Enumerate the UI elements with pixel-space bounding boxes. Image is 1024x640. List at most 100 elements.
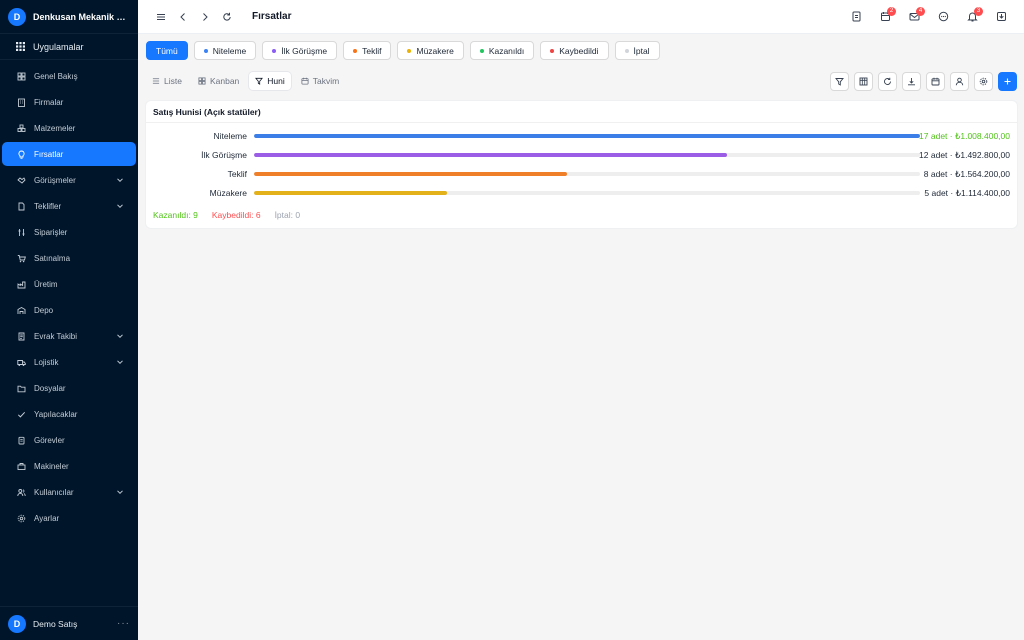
funnel-summary-item: Kaybedildi: 6 — [211, 210, 261, 220]
funnel-bar-track — [254, 191, 920, 195]
status-dot — [479, 48, 484, 53]
sidebar-item[interactable]: Fırsatlar — [2, 142, 136, 166]
chevron-down-icon — [116, 176, 124, 184]
status-filter-chip[interactable]: Müzakere — [397, 41, 464, 60]
status-filter-label: Müzakere — [416, 45, 454, 56]
refresh-icon[interactable] — [878, 71, 897, 91]
add-button[interactable] — [998, 71, 1017, 91]
status-filter-chip[interactable]: İlk Görüşme — [262, 41, 338, 60]
status-filter-chip[interactable]: Niteleme — [193, 41, 257, 60]
calendar-icon — [301, 77, 309, 85]
sidebar-item[interactable]: Görevler — [2, 428, 136, 452]
status-filter-label: Niteleme — [212, 45, 247, 56]
status-filter-chip[interactable]: Tümü — [146, 41, 188, 60]
settings-icon[interactable] — [974, 71, 993, 91]
sidebar-item-label: Malzemeler — [34, 123, 76, 133]
sidebar-item[interactable]: Siparişler — [2, 220, 136, 244]
view-tab-label: Liste — [164, 76, 182, 86]
sidebar-item[interactable]: Makineler — [2, 454, 136, 478]
boxes-icon — [17, 124, 26, 133]
status-filter-chip[interactable]: Teklif — [343, 41, 392, 60]
download-box-icon[interactable] — [990, 6, 1012, 28]
order-icon — [17, 228, 26, 237]
sidebar-item[interactable]: Teklifler — [2, 194, 136, 218]
folder-icon — [17, 384, 26, 393]
sidebar-item[interactable]: Evrak Takibi — [2, 324, 136, 348]
sidebar-item-label: Genel Bakış — [34, 71, 78, 81]
notes-icon[interactable] — [845, 6, 867, 28]
cart-icon — [17, 254, 26, 263]
list-icon — [152, 77, 160, 85]
menu-toggle-icon[interactable] — [150, 6, 172, 28]
sidebar-item[interactable]: Kullanıcılar — [2, 480, 136, 504]
date-range-icon[interactable] — [926, 71, 945, 91]
funnel-summary-item: İptal: 0 — [274, 210, 301, 220]
funnel-bar-fill — [254, 134, 920, 138]
filter-icon[interactable] — [830, 71, 849, 91]
view-tab[interactable]: Liste — [146, 72, 188, 90]
funnel-row: Teklif 8 adet · ₺1.564.200,00 — [146, 168, 1017, 180]
funnel-stage-meta: 8 adet · ₺1.564.200,00 — [923, 169, 1010, 179]
status-filter-chip[interactable]: Kazanıldı — [469, 41, 535, 60]
reload-icon[interactable] — [216, 6, 238, 28]
sidebar-item[interactable]: Depo — [2, 298, 136, 322]
owner-icon[interactable] — [950, 71, 969, 91]
funnel-card: Satış Hunisi (Açık statüler) Niteleme 17 … — [146, 101, 1017, 228]
sidebar-item-label: Siparişler — [34, 227, 68, 237]
apps-launcher[interactable]: Uygulamalar — [0, 34, 138, 60]
view-tab[interactable]: Takvim — [295, 72, 345, 90]
sidebar-item[interactable]: Firmalar — [2, 90, 136, 114]
user-name: Demo Satış — [33, 618, 78, 629]
chevron-down-icon — [116, 202, 124, 210]
view-tab[interactable]: Huni — [249, 72, 291, 90]
brand-avatar: D — [8, 7, 26, 26]
bell-icon[interactable]: 3 — [961, 6, 983, 28]
sidebar-item-label: Teklifler — [34, 201, 62, 211]
sidebar-item-label: Fırsatlar — [34, 149, 64, 159]
funnel-bar-fill — [254, 153, 727, 157]
truck-icon — [17, 358, 26, 367]
sidebar: D Denkusan Mekanik San... Uygulamalar Ge… — [0, 0, 138, 640]
more-icon[interactable]: ··· — [117, 618, 130, 629]
forward-icon[interactable] — [194, 6, 216, 28]
status-filter-chip[interactable]: İptal — [614, 41, 660, 60]
brand-name: Denkusan Mekanik San... — [33, 11, 130, 22]
sidebar-item[interactable]: Satınalma — [2, 246, 136, 270]
sidebar-item[interactable]: Genel Bakış — [2, 64, 136, 88]
sidebar-item-label: Görevler — [34, 435, 65, 445]
user-bar[interactable]: D Demo Satış ··· — [0, 606, 138, 640]
funnel-row: Müzakere 5 adet · ₺1.114.400,00 — [146, 187, 1017, 199]
sidebar-item[interactable]: Üretim — [2, 272, 136, 296]
funnel-title: Satış Hunisi (Açık statüler) — [146, 101, 1017, 123]
sidebar-item[interactable]: Görüşmeler — [2, 168, 136, 192]
view-tab[interactable]: Kanban — [192, 72, 245, 90]
building-icon — [17, 98, 26, 107]
back-icon[interactable] — [172, 6, 194, 28]
main-area: Fırsatlar 2 4 3 Tümü Niteleme İlk Görüşm… — [138, 0, 1024, 640]
columns-icon[interactable] — [854, 71, 873, 91]
sidebar-item[interactable]: Lojistik — [2, 350, 136, 374]
mail-icon[interactable]: 4 — [903, 6, 925, 28]
sidebar-item-label: Yapılacaklar — [34, 409, 78, 419]
sidebar-item-label: Üretim — [34, 279, 58, 289]
status-filter-label: Teklif — [362, 45, 382, 56]
funnel-stage-label: Teklif — [227, 169, 247, 179]
sidebar-item[interactable]: Dosyalar — [2, 376, 136, 400]
sidebar-item[interactable]: Malzemeler — [2, 116, 136, 140]
calendar-icon[interactable]: 2 — [874, 6, 896, 28]
sidebar-item-label: Dosyalar — [34, 383, 66, 393]
grid-icon — [16, 42, 25, 51]
status-filter-label: İlk Görüşme — [281, 45, 328, 56]
chat-icon[interactable] — [932, 6, 954, 28]
mail-badge: 4 — [916, 6, 925, 16]
status-filter-chip[interactable]: Kaybedildi — [540, 41, 609, 60]
task-icon — [17, 436, 26, 445]
user-avatar: D — [8, 614, 26, 633]
sidebar-item[interactable]: Ayarlar — [2, 506, 136, 530]
brand-header[interactable]: D Denkusan Mekanik San... — [0, 0, 138, 34]
view-tab-label: Kanban — [209, 76, 240, 86]
export-icon[interactable] — [902, 71, 921, 91]
funnel-stage-meta: 12 adet · ₺1.492.800,00 — [919, 150, 1010, 160]
sidebar-item[interactable]: Yapılacaklar — [2, 402, 136, 426]
funnel-bar-track — [254, 134, 920, 138]
